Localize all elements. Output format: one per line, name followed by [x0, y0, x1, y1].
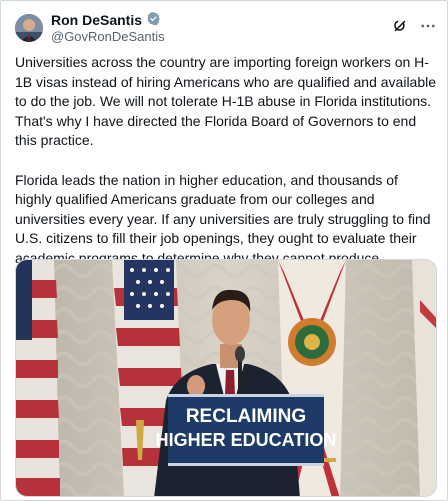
- post-paragraph-1: Universities across the country are impo…: [15, 54, 437, 149]
- author-names: Ron DeSantis @GovRonDeSantis: [51, 11, 165, 45]
- more-icon[interactable]: [419, 17, 437, 40]
- avatar[interactable]: [15, 14, 43, 42]
- photo-scene: RECLAIMING HIGHER EDUCATION: [16, 260, 436, 496]
- grok-icon[interactable]: [391, 17, 409, 40]
- post-card: Ron DeSantis @GovRonDeSantis Universitie…: [0, 0, 448, 501]
- post-header: Ron DeSantis @GovRonDeSantis: [15, 11, 437, 45]
- header-actions: [391, 17, 437, 40]
- sign-line-2: HIGHER EDUCATION: [156, 430, 337, 450]
- author-name[interactable]: Ron DeSantis: [51, 12, 142, 28]
- us-flag-left: [16, 260, 60, 496]
- author-name-row[interactable]: Ron DeSantis: [51, 11, 165, 29]
- post-text: Universities across the country are impo…: [15, 53, 437, 288]
- verified-badge-icon: [146, 11, 161, 29]
- sign-line-1: RECLAIMING: [186, 406, 306, 427]
- post-media-photo[interactable]: RECLAIMING HIGHER EDUCATION: [15, 259, 437, 497]
- author-handle[interactable]: @GovRonDeSantis: [51, 29, 165, 45]
